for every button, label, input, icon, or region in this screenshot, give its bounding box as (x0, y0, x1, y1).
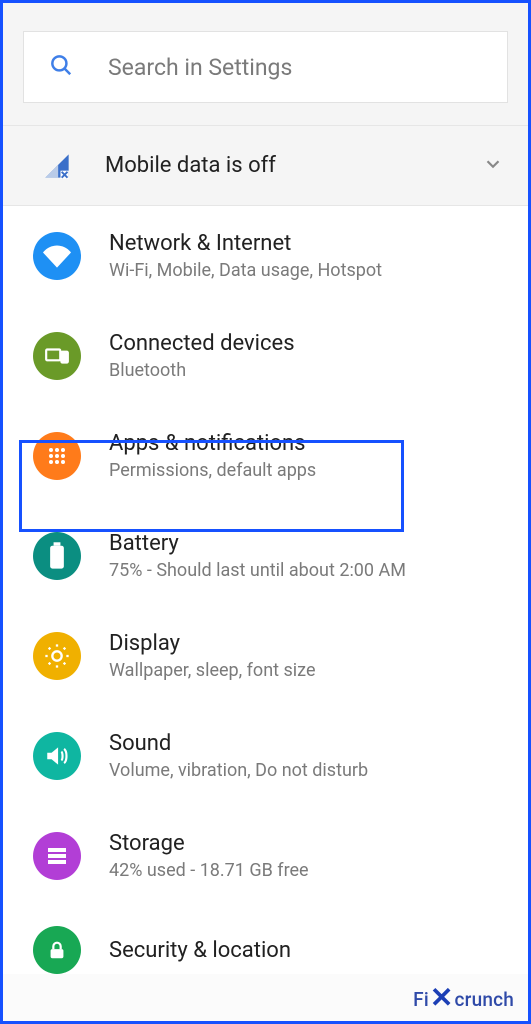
row-sub: Wallpaper, sleep, font size (109, 660, 316, 681)
settings-item-security[interactable]: Security & location (3, 906, 528, 974)
devices-icon (33, 332, 81, 380)
row-text: Security & location (109, 938, 291, 963)
top-bar: Search in Settings (3, 3, 528, 126)
apps-icon (33, 432, 81, 480)
row-sub: Bluetooth (109, 360, 295, 381)
row-title: Display (109, 631, 316, 656)
storage-icon (33, 832, 81, 880)
settings-item-apps[interactable]: Apps & notifications Permissions, defaul… (3, 406, 528, 506)
row-text: Sound Volume, vibration, Do not disturb (109, 731, 368, 781)
row-text: Connected devices Bluetooth (109, 331, 295, 381)
mobile-data-off-icon (39, 152, 75, 180)
settings-list: Network & Internet Wi-Fi, Mobile, Data u… (3, 206, 528, 974)
row-title: Battery (109, 531, 406, 556)
banner-text: Mobile data is off (105, 153, 482, 178)
row-text: Battery 75% - Should last until about 2:… (109, 531, 406, 581)
sound-icon (33, 732, 81, 780)
row-title: Security & location (109, 938, 291, 963)
row-sub: Wi-Fi, Mobile, Data usage, Hotspot (109, 260, 382, 281)
battery-icon (33, 532, 81, 580)
settings-item-sound[interactable]: Sound Volume, vibration, Do not disturb (3, 706, 528, 806)
search-input[interactable]: Search in Settings (23, 31, 508, 103)
mobile-data-banner[interactable]: Mobile data is off (3, 126, 528, 206)
search-placeholder: Search in Settings (108, 54, 292, 81)
row-title: Sound (109, 731, 368, 756)
settings-item-connected-devices[interactable]: Connected devices Bluetooth (3, 306, 528, 406)
row-text: Apps & notifications Permissions, defaul… (109, 431, 316, 481)
settings-item-battery[interactable]: Battery 75% - Should last until about 2:… (3, 506, 528, 606)
watermark: Fi ✕ crunch (413, 988, 514, 1011)
row-title: Network & Internet (109, 231, 382, 256)
settings-item-display[interactable]: Display Wallpaper, sleep, font size (3, 606, 528, 706)
row-title: Storage (109, 831, 309, 856)
row-sub: 75% - Should last until about 2:00 AM (109, 560, 406, 581)
row-title: Apps & notifications (109, 431, 316, 456)
wifi-icon (33, 232, 81, 280)
row-sub: Permissions, default apps (109, 460, 316, 481)
brightness-icon (33, 632, 81, 680)
row-text: Storage 42% used - 18.71 GB free (109, 831, 309, 881)
settings-screen: Search in Settings Mobile data is off Ne… (0, 0, 531, 1024)
search-icon (48, 52, 74, 82)
row-text: Display Wallpaper, sleep, font size (109, 631, 316, 681)
watermark-pre: Fi (413, 988, 429, 1011)
row-title: Connected devices (109, 331, 295, 356)
watermark-post: crunch (455, 988, 514, 1011)
row-sub: 42% used - 18.71 GB free (109, 860, 309, 881)
chevron-down-icon (482, 153, 504, 179)
settings-item-storage[interactable]: Storage 42% used - 18.71 GB free (3, 806, 528, 906)
settings-item-network[interactable]: Network & Internet Wi-Fi, Mobile, Data u… (3, 206, 528, 306)
row-sub: Volume, vibration, Do not disturb (109, 760, 368, 781)
lock-icon (33, 926, 81, 974)
row-text: Network & Internet Wi-Fi, Mobile, Data u… (109, 231, 382, 281)
